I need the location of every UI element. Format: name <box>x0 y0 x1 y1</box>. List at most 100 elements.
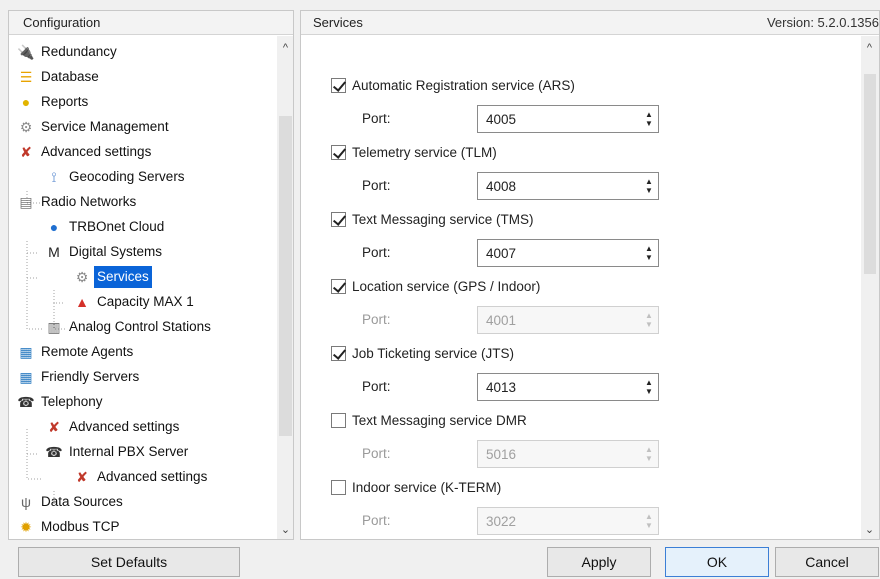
data-sources-icon: ψ <box>21 494 31 510</box>
tree-item[interactable]: ☎ Telephony <box>17 391 103 413</box>
radio-network-icon: ▤ <box>19 194 33 210</box>
scroll-down-arrow-icon[interactable]: ⌄ <box>861 522 878 539</box>
configuration-panel: Configuration 🔌 Redundancy ☰ Database ● Repor… <box>8 10 294 540</box>
port-value: 5016 <box>486 446 517 462</box>
tree-item-label: Internal PBX Server <box>69 444 189 459</box>
port-stepper[interactable]: 4007 ▲ ▼ <box>477 239 659 267</box>
service-checkbox[interactable]: Automatic Registration service (ARS) <box>331 75 575 95</box>
port-value: 4008 <box>486 178 517 194</box>
tree-item-label: Database <box>41 69 99 84</box>
tree-item-label: Telephony <box>41 394 103 409</box>
port-value: 4013 <box>486 379 517 395</box>
port-stepper[interactable]: 4013 ▲ ▼ <box>477 373 659 401</box>
cancel-button[interactable]: Cancel <box>775 547 879 577</box>
tools-icon: ✘ <box>20 144 32 160</box>
tree-scrollbar[interactable]: ^ ⌄ <box>277 36 293 539</box>
services-title: Services <box>313 15 363 30</box>
port-label: Port: <box>362 312 391 327</box>
service-checkbox[interactable]: Text Messaging service DMR <box>331 410 527 430</box>
tree-item-label: Geocoding Servers <box>69 169 185 184</box>
scroll-up-arrow-icon[interactable]: ^ <box>277 40 293 57</box>
tree-item[interactable]: ▦ Remote Agents <box>17 341 133 363</box>
port-label: Port: <box>362 245 391 260</box>
tree-item-label: Data Sources <box>41 494 123 509</box>
tools-icon: ✘ <box>76 469 88 485</box>
tree-item[interactable]: ▤ Radio Networks <box>17 191 136 213</box>
motorola-icon: M <box>48 244 60 260</box>
tree-item[interactable]: 🔌 Redundancy <box>17 41 117 63</box>
tree-item-label: Analog Control Stations <box>69 319 211 334</box>
tree-item[interactable]: ✘ Advanced settings <box>73 466 207 488</box>
checkbox-box[interactable] <box>331 77 346 93</box>
services-panel: Services Version: 5.2.0.1356 Automatic R… <box>300 10 880 540</box>
ok-button[interactable]: OK <box>665 547 769 577</box>
plug-icon: 🔌 <box>17 44 35 60</box>
apply-button[interactable]: Apply <box>547 547 651 577</box>
tree-item[interactable]: ψ Data Sources <box>17 491 123 513</box>
port-label: Port: <box>362 513 391 528</box>
scroll-up-arrow-icon[interactable]: ^ <box>861 40 878 57</box>
tree-item[interactable]: ● TRBOnet Cloud <box>45 216 165 238</box>
station-icon: ▥ <box>47 319 61 335</box>
gear-icon: ⚙ <box>19 119 33 135</box>
service-label: Job Ticketing service (JTS) <box>352 345 515 361</box>
stepper-arrows-icon[interactable]: ▲ ▼ <box>640 374 658 400</box>
tools-icon: ✘ <box>48 419 60 435</box>
tree-scrollbar-thumb[interactable] <box>279 116 292 436</box>
tree-item-label: Redundancy <box>41 44 117 59</box>
cloud-icon: ● <box>49 219 59 235</box>
geocoding-icon: ⟟ <box>51 169 57 185</box>
tree-item-label: Radio Networks <box>41 194 137 209</box>
tree-item[interactable]: ● Reports <box>17 91 89 113</box>
checkbox-box[interactable] <box>331 479 346 495</box>
checkbox-box[interactable] <box>331 278 346 294</box>
checkbox-box[interactable] <box>331 211 346 227</box>
modbus-icon: ✹ <box>20 519 32 535</box>
tree-item[interactable]: ▥ Analog Control Stations <box>45 316 211 338</box>
stepper-arrows-icon[interactable]: ▲ ▼ <box>640 173 658 199</box>
scroll-down-arrow-icon[interactable]: ⌄ <box>277 522 293 539</box>
tree-item-label: Modbus TCP <box>41 519 120 534</box>
database-icon: ☰ <box>19 69 33 85</box>
port-stepper[interactable]: 4008 ▲ ▼ <box>477 172 659 200</box>
tree-item[interactable]: ⚙ Services <box>73 266 152 288</box>
tree-item[interactable]: ✹ Modbus TCP <box>17 516 120 538</box>
service-checkbox[interactable]: Job Ticketing service (JTS) <box>331 343 514 363</box>
tree-item[interactable]: ☎ Internal PBX Server <box>45 441 188 463</box>
tree-item[interactable]: ✘ Advanced settings <box>45 416 179 438</box>
service-checkbox[interactable]: Location service (GPS / Indoor) <box>331 276 540 296</box>
tree-item[interactable]: M Digital Systems <box>45 241 162 263</box>
services-scrollbar-thumb[interactable] <box>864 74 876 274</box>
service-label: Telemetry service (TLM) <box>352 144 497 160</box>
checkbox-box[interactable] <box>331 144 346 160</box>
configuration-tree: 🔌 Redundancy ☰ Database ● Reports ⚙ Service Man… <box>9 35 277 539</box>
checkbox-box[interactable] <box>331 412 346 428</box>
telephone-icon: ☎ <box>45 444 63 460</box>
service-checkbox[interactable]: Indoor service (K-TERM) <box>331 477 501 497</box>
tree-item-label: Services <box>94 266 152 288</box>
stepper-arrows-icon: ▲ ▼ <box>645 311 653 329</box>
port-stepper[interactable]: 4005 ▲ ▼ <box>477 105 659 133</box>
services-scrollbar[interactable]: ^ ⌄ <box>861 36 879 539</box>
service-label: Indoor service (K-TERM) <box>352 479 502 495</box>
tree-item-label: Advanced settings <box>41 144 152 159</box>
checkbox-box[interactable] <box>331 345 346 361</box>
tree-item[interactable]: ☰ Database <box>17 66 99 88</box>
friendly-servers-icon: ▦ <box>19 369 33 385</box>
stepper-arrows-icon[interactable]: ▲ ▼ <box>640 240 658 266</box>
tree-item[interactable]: ✘ Advanced settings <box>17 141 151 163</box>
tree-item[interactable]: ⟟ Geocoding Servers <box>45 166 185 188</box>
tree-item[interactable]: ⚙ Service Management <box>17 116 169 138</box>
services-list: Automatic Registration service (ARS) Port… <box>301 35 861 539</box>
service-checkbox[interactable]: Text Messaging service (TMS) <box>331 209 534 229</box>
service-checkbox[interactable]: Telemetry service (TLM) <box>331 142 497 162</box>
tree-item-label: TRBOnet Cloud <box>69 219 165 234</box>
tree-item[interactable]: ▲ Capacity MAX 1 <box>73 291 194 313</box>
port-stepper: 5016 ▲ ▼ <box>477 440 659 468</box>
port-value: 3022 <box>486 513 517 529</box>
tree-item[interactable]: ▦ Friendly Servers <box>17 366 139 388</box>
tree-item-label: Advanced settings <box>97 469 208 484</box>
set-defaults-button[interactable]: Set Defaults <box>18 547 240 577</box>
stepper-arrows-icon[interactable]: ▲ ▼ <box>640 106 658 132</box>
port-value: 4005 <box>486 111 517 127</box>
